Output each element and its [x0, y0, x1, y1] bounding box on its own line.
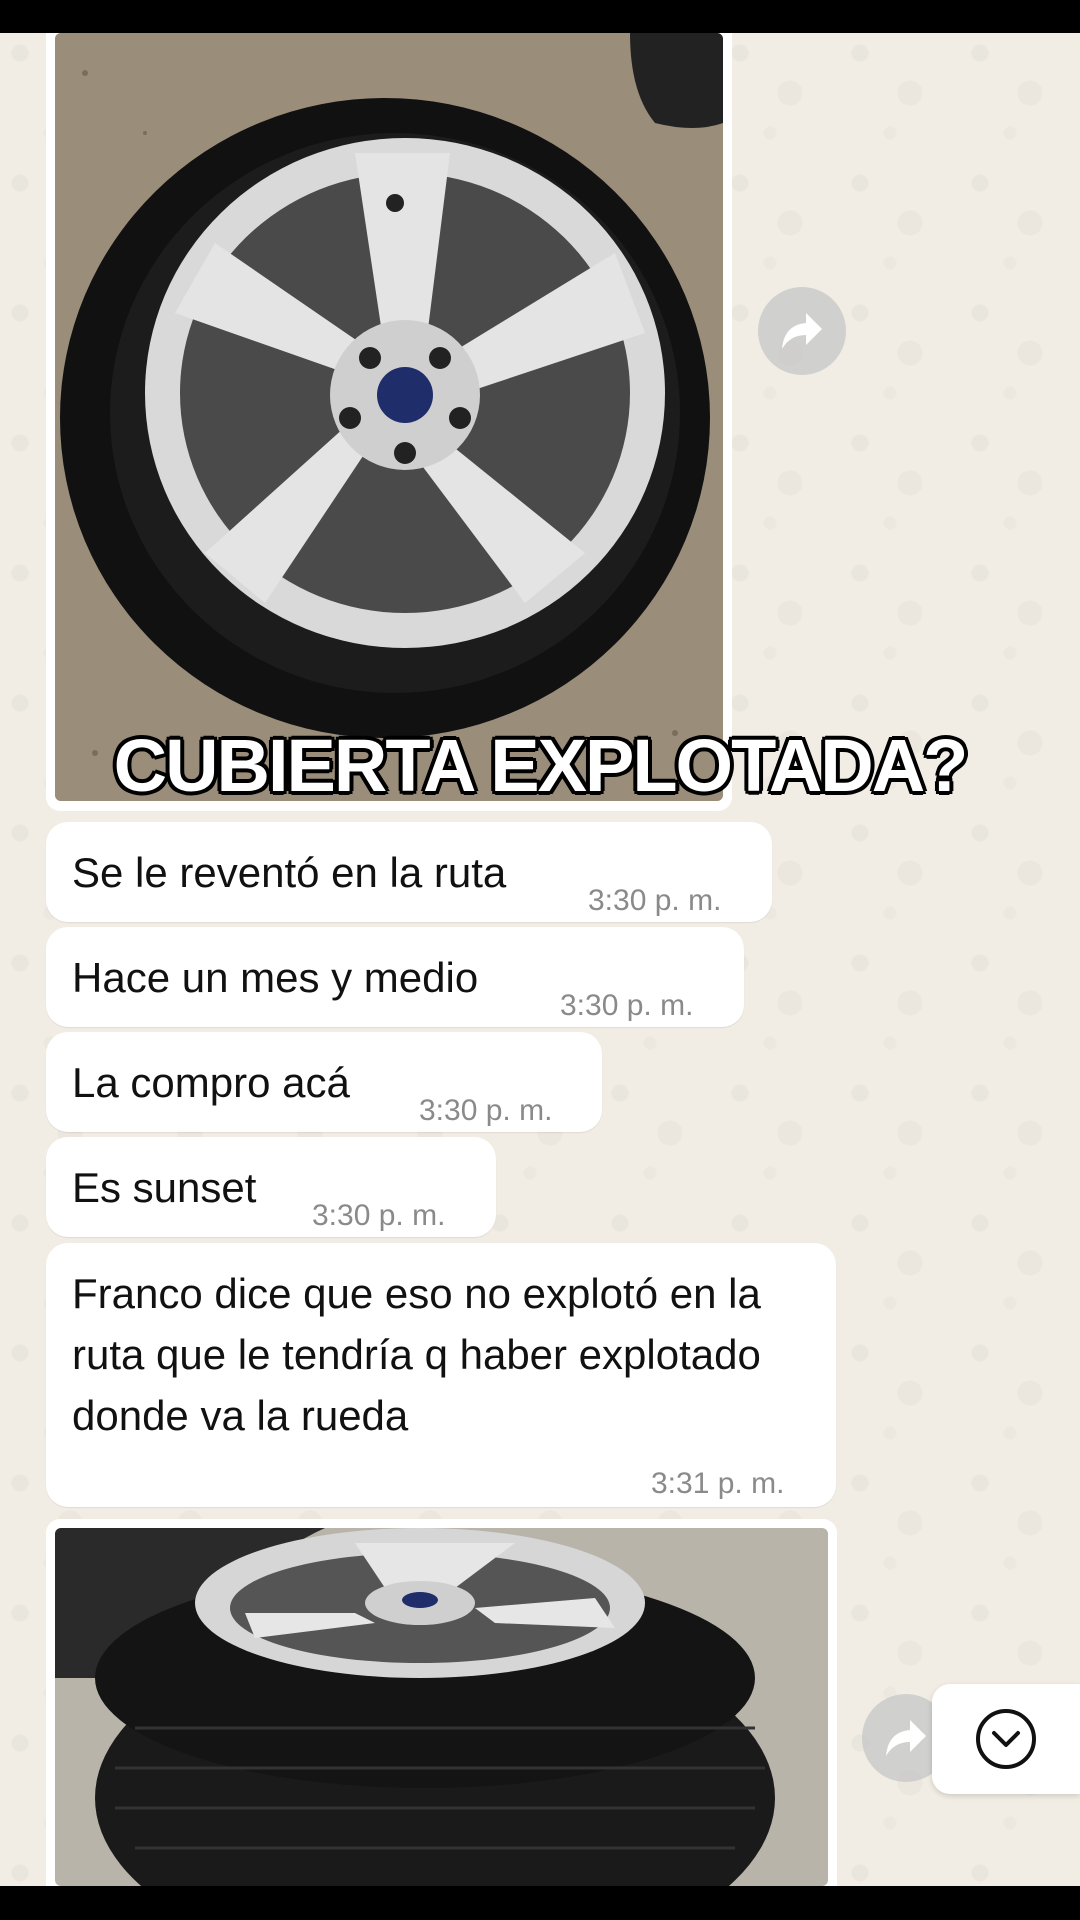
message-bubble[interactable]: La compro acá 3:30 p. m.	[46, 1032, 602, 1132]
chat-area[interactable]: CUBIERTA EXPLOTADA? Se le reventó en la …	[0, 33, 1080, 1886]
message-bubble[interactable]: Se le reventó en la ruta 3:30 p. m.	[46, 822, 772, 922]
message-timestamp: 3:30 p. m.	[588, 884, 722, 917]
message-text: Hace un mes y medio	[72, 954, 479, 1001]
message-timestamp: 3:31 p. m.	[651, 1467, 785, 1500]
top-black-bar	[0, 0, 1080, 33]
chevron-down-circle-icon	[976, 1709, 1036, 1769]
forward-arrow-icon	[886, 1720, 926, 1756]
message-timestamp: 3:30 p. m.	[312, 1199, 446, 1232]
message-text: Franco dice que eso no explotó en la rut…	[72, 1270, 761, 1439]
video-caption-overlay: CUBIERTA EXPLOTADA?	[113, 724, 969, 807]
message-bubble[interactable]: Franco dice que eso no explotó en la rut…	[46, 1243, 836, 1507]
message-bubble[interactable]: Hace un mes y medio 3:30 p. m.	[46, 927, 744, 1027]
message-text: Es sunset	[72, 1164, 257, 1211]
message-text: La compro acá	[72, 1059, 350, 1106]
forward-button[interactable]	[758, 287, 846, 375]
tire-photo-1[interactable]	[55, 33, 723, 801]
message-timestamp: 3:30 p. m.	[560, 989, 694, 1022]
bottom-black-bar	[0, 1886, 1080, 1920]
forward-arrow-icon	[782, 313, 822, 349]
message-bubble[interactable]: Es sunset 3:30 p. m.	[46, 1137, 496, 1237]
tire-photo-2[interactable]	[55, 1528, 828, 1886]
message-timestamp: 3:30 p. m.	[419, 1094, 553, 1127]
scroll-to-bottom-button[interactable]	[932, 1684, 1080, 1794]
message-text: Se le reventó en la ruta	[72, 849, 507, 896]
